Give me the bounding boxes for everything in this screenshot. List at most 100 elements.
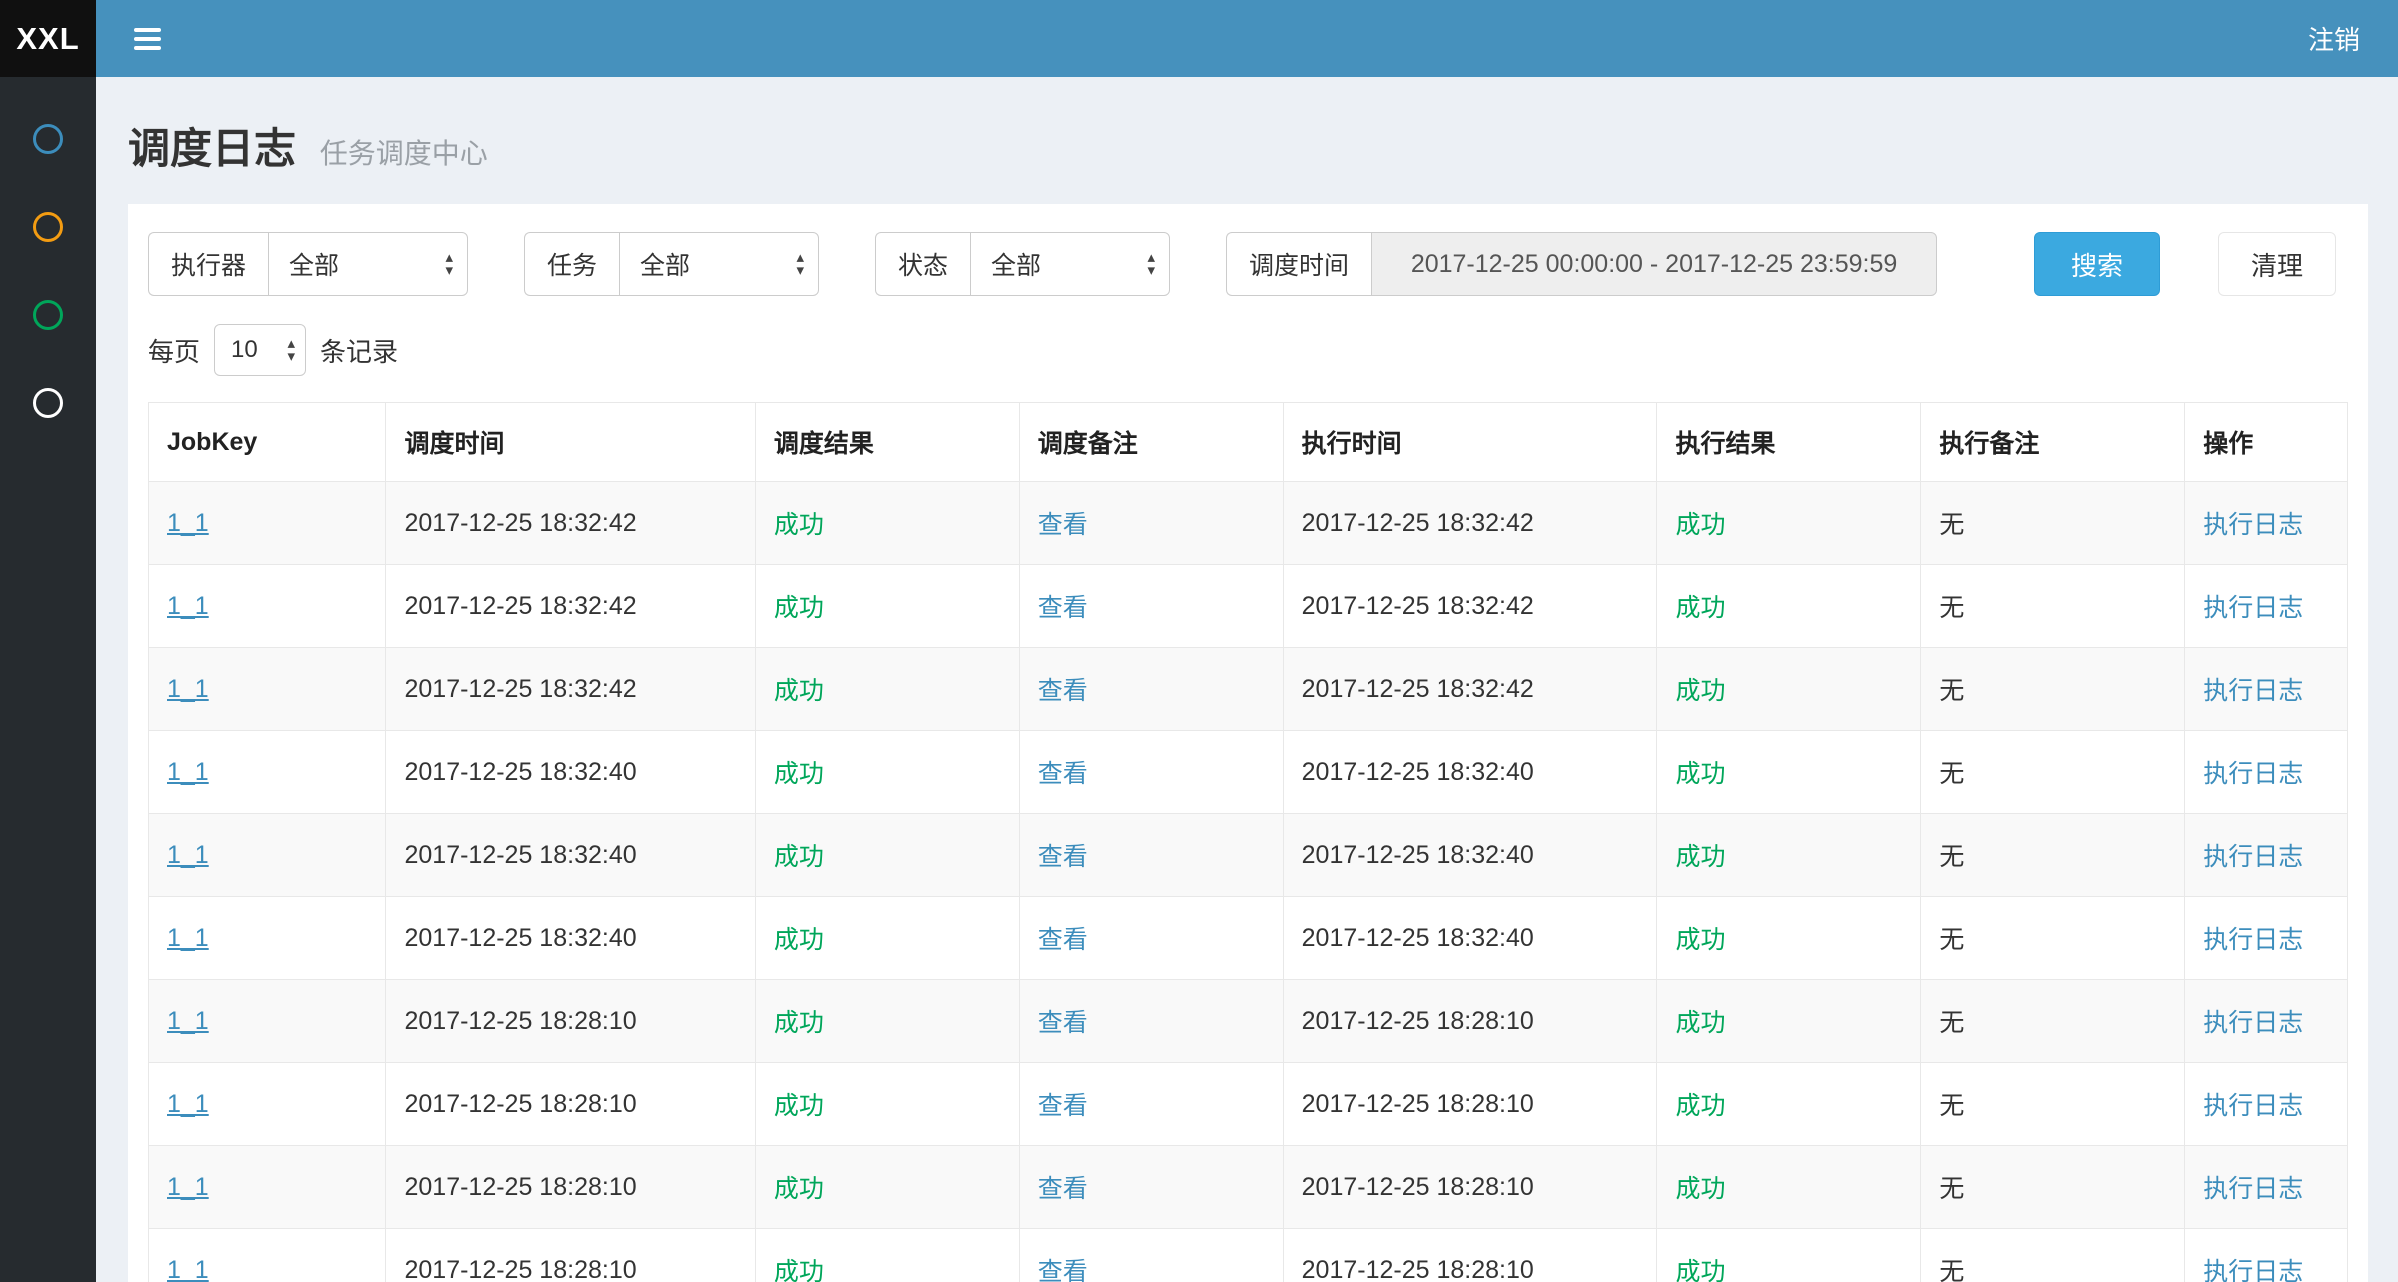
sidebar-menu (0, 95, 96, 447)
exec_remark-text: 无 (1939, 1258, 1964, 1282)
action-link[interactable]: 执行日志 (2203, 1009, 2303, 1037)
table-body: 1_12017-12-25 18:32:42成功查看2017-12-25 18:… (149, 482, 2348, 1282)
sched_result-text: 成功 (774, 926, 824, 954)
action-link[interactable]: 执行日志 (2203, 1092, 2303, 1120)
cell-action: 执行日志 (2185, 1146, 2348, 1229)
sched_remark-link[interactable]: 查看 (1038, 1175, 1088, 1203)
action-link[interactable]: 执行日志 (2203, 760, 2303, 788)
cell-jobkey: 1_1 (149, 565, 386, 648)
jobkey-link[interactable]: 1_1 (167, 841, 209, 869)
app-logo[interactable]: XXL (0, 0, 96, 77)
cell-jobkey: 1_1 (149, 897, 386, 980)
page-size-select[interactable]: 10 ▴▾ (214, 324, 306, 376)
action-link[interactable]: 执行日志 (2203, 511, 2303, 539)
exec_time-text: 2017-12-25 18:28:10 (1302, 1173, 1534, 1201)
job-select[interactable]: 全部 ▴▾ (619, 232, 819, 296)
exec_time-text: 2017-12-25 18:28:10 (1302, 1007, 1534, 1035)
page-size-suffix: 条记录 (320, 332, 398, 369)
sidebar (0, 77, 96, 1282)
table-row: 1_12017-12-25 18:32:40成功查看2017-12-25 18:… (149, 814, 2348, 897)
cell-exec_result: 成功 (1657, 565, 1921, 648)
cell-exec_time: 2017-12-25 18:32:40 (1283, 897, 1657, 980)
table-row: 1_12017-12-25 18:28:10成功查看2017-12-25 18:… (149, 980, 2348, 1063)
action-link[interactable]: 执行日志 (2203, 926, 2303, 954)
sched_remark-link[interactable]: 查看 (1038, 1092, 1088, 1120)
sched_remark-link[interactable]: 查看 (1038, 843, 1088, 871)
job-filter-group: 任务 全部 ▴▾ (524, 232, 819, 296)
cell-sched_remark: 查看 (1019, 1229, 1283, 1282)
exec_result-text: 成功 (1675, 1258, 1725, 1282)
cell-sched_result: 成功 (755, 482, 1019, 565)
sidebar-toggle-icon[interactable] (130, 20, 165, 58)
column-header-action[interactable]: 操作 (2185, 403, 2348, 482)
sched_remark-link[interactable]: 查看 (1038, 1258, 1088, 1282)
cell-sched_result: 成功 (755, 648, 1019, 731)
cell-exec_remark: 无 (1921, 565, 2185, 648)
action-link[interactable]: 执行日志 (2203, 594, 2303, 622)
jobkey-link[interactable]: 1_1 (167, 592, 209, 620)
column-header-jobkey[interactable]: JobKey (149, 403, 386, 482)
cell-action: 执行日志 (2185, 980, 2348, 1063)
column-header-sched_time[interactable]: 调度时间 (386, 403, 755, 482)
sched_remark-link[interactable]: 查看 (1038, 677, 1088, 705)
logout-link[interactable]: 注销 (2308, 20, 2360, 57)
sidebar-item-1[interactable] (0, 95, 96, 183)
cell-jobkey: 1_1 (149, 1146, 386, 1229)
column-header-exec_time[interactable]: 执行时间 (1283, 403, 1657, 482)
column-header-exec_result[interactable]: 执行结果 (1657, 403, 1921, 482)
action-link[interactable]: 执行日志 (2203, 677, 2303, 705)
executor-select[interactable]: 全部 ▴▾ (268, 232, 468, 296)
action-link[interactable]: 执行日志 (2203, 1258, 2303, 1282)
content: 调度日志 任务调度中心 执行器 全部 ▴▾ 任务 全部 ▴▾ 状态 (96, 0, 2398, 1282)
executor-select-value: 全部 (289, 246, 339, 282)
jobkey-link[interactable]: 1_1 (167, 1173, 209, 1201)
sched_remark-link[interactable]: 查看 (1038, 760, 1088, 788)
jobkey-link[interactable]: 1_1 (167, 675, 209, 703)
cell-sched_result: 成功 (755, 565, 1019, 648)
sidebar-item-4[interactable] (0, 359, 96, 447)
jobkey-link[interactable]: 1_1 (167, 758, 209, 786)
sched_time-text: 2017-12-25 18:28:10 (404, 1007, 636, 1035)
column-header-sched_result[interactable]: 调度结果 (755, 403, 1019, 482)
action-link[interactable]: 执行日志 (2203, 1175, 2303, 1203)
cell-sched_time: 2017-12-25 18:32:40 (386, 814, 755, 897)
time-filter-group: 调度时间 (1226, 232, 1937, 296)
search-button[interactable]: 搜索 (2034, 232, 2160, 296)
page-size-row: 每页 10 ▴▾ 条记录 (148, 324, 2348, 376)
table-header-row: JobKey调度时间调度结果调度备注执行时间执行结果执行备注操作 (149, 403, 2348, 482)
sidebar-item-2[interactable] (0, 183, 96, 271)
sched_remark-link[interactable]: 查看 (1038, 511, 1088, 539)
sched_remark-link[interactable]: 查看 (1038, 594, 1088, 622)
log-box: 执行器 全部 ▴▾ 任务 全部 ▴▾ 状态 全部 ▴▾ (128, 204, 2368, 1282)
column-header-exec_remark[interactable]: 执行备注 (1921, 403, 2185, 482)
table-row: 1_12017-12-25 18:32:42成功查看2017-12-25 18:… (149, 482, 2348, 565)
action-link[interactable]: 执行日志 (2203, 843, 2303, 871)
sidebar-item-3[interactable] (0, 271, 96, 359)
cell-jobkey: 1_1 (149, 814, 386, 897)
jobkey-link[interactable]: 1_1 (167, 924, 209, 952)
job-select-value: 全部 (640, 246, 690, 282)
sched_remark-link[interactable]: 查看 (1038, 1009, 1088, 1037)
cell-exec_remark: 无 (1921, 482, 2185, 565)
cell-jobkey: 1_1 (149, 1229, 386, 1282)
cell-sched_remark: 查看 (1019, 648, 1283, 731)
exec_remark-text: 无 (1939, 1092, 1964, 1120)
status-select[interactable]: 全部 ▴▾ (970, 232, 1170, 296)
jobkey-link[interactable]: 1_1 (167, 1090, 209, 1118)
select-arrows-icon: ▴▾ (445, 251, 453, 277)
circle-outline-icon (33, 124, 63, 154)
jobkey-link[interactable]: 1_1 (167, 509, 209, 537)
exec_remark-text: 无 (1939, 1175, 1964, 1203)
cell-exec_time: 2017-12-25 18:28:10 (1283, 1229, 1657, 1282)
sched_time-text: 2017-12-25 18:32:40 (404, 758, 636, 786)
sched_time-text: 2017-12-25 18:32:42 (404, 509, 636, 537)
time-range-input[interactable] (1371, 232, 1937, 296)
cell-exec_time: 2017-12-25 18:32:40 (1283, 814, 1657, 897)
jobkey-link[interactable]: 1_1 (167, 1256, 209, 1282)
column-header-sched_remark[interactable]: 调度备注 (1019, 403, 1283, 482)
clear-button[interactable]: 清理 (2218, 232, 2336, 296)
exec_result-text: 成功 (1675, 677, 1725, 705)
cell-exec_remark: 无 (1921, 648, 2185, 731)
jobkey-link[interactable]: 1_1 (167, 1007, 209, 1035)
sched_remark-link[interactable]: 查看 (1038, 926, 1088, 954)
